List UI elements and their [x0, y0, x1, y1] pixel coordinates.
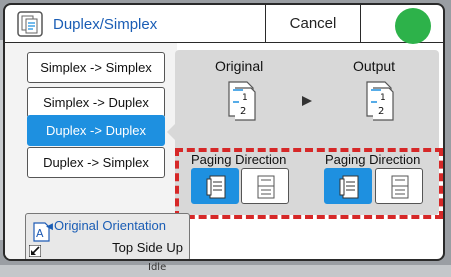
orientation-pointer-icon: ◀	[46, 222, 53, 232]
output-header: Output	[353, 58, 396, 74]
original-orientation-button[interactable]: A ◀ Original Orientation Top Side Up	[25, 213, 190, 259]
orientation-value: Top Side Up	[112, 240, 183, 255]
duplex-simplex-dialog: Duplex/Simplex Cancel O Simplex -> Simpl…	[3, 3, 445, 261]
dialog-title: Duplex/Simplex	[53, 16, 158, 33]
option-simplex-to-simplex[interactable]: Simplex -> Simplex	[27, 52, 165, 83]
background-status-bar	[0, 265, 451, 277]
option-simplex-to-duplex[interactable]: Simplex -> Duplex	[27, 87, 165, 118]
option-duplex-to-duplex[interactable]: Duplex -> Duplex	[27, 115, 165, 146]
paging-direction-highlight	[175, 148, 443, 219]
svg-text:1: 1	[242, 93, 248, 103]
original-header: Original	[215, 58, 264, 74]
background-status-text: Idle	[148, 262, 167, 273]
duplex-simplex-icon	[17, 11, 43, 37]
orientation-title: Original Orientation	[54, 218, 166, 233]
cancel-button[interactable]: Cancel	[265, 5, 361, 42]
svg-text:A: A	[36, 227, 44, 240]
play-arrow-icon	[302, 96, 312, 106]
option-duplex-to-simplex[interactable]: Duplex -> Simplex	[27, 147, 165, 178]
output-duplex-document-icon: 1 2	[366, 81, 394, 121]
svg-text:1: 1	[380, 93, 386, 103]
svg-text:2: 2	[378, 106, 384, 117]
ok-touch-indicator	[395, 8, 431, 44]
expand-arrow-icon	[29, 245, 41, 257]
original-duplex-document-icon: 1 2	[228, 81, 256, 121]
dialog-title-bar: Duplex/Simplex Cancel O	[5, 5, 443, 43]
svg-text:2: 2	[240, 106, 246, 117]
